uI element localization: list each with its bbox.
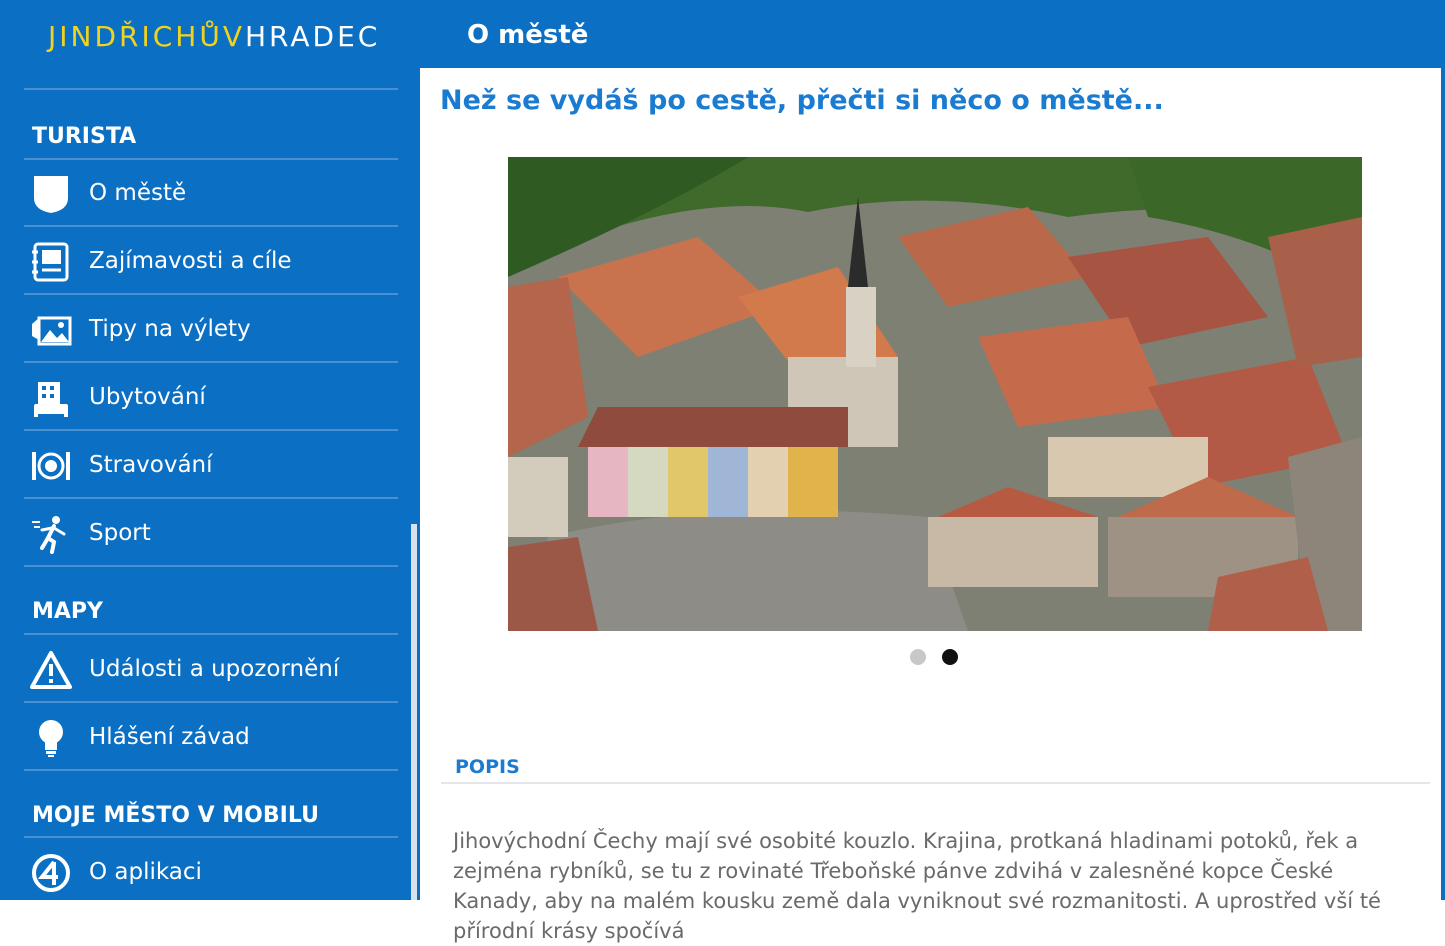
sidebar: TURISTA O městě Zajímavosti a cíle Tipy …	[0, 68, 420, 900]
sidebar-item-zajimavosti[interactable]: Zajímavosti a cíle	[24, 228, 398, 294]
section-title-popis: POPIS	[455, 756, 520, 778]
section-title-moje-mesto: MOJE MĚSTO V MOBILU	[32, 803, 319, 828]
sidebar-divider	[24, 769, 398, 771]
sidebar-item-label: Zajímavosti a cíle	[89, 248, 292, 274]
sidebar-divider	[24, 565, 398, 567]
sidebar-divider	[24, 429, 398, 431]
sidebar-item-label: Hlášení závad	[89, 724, 250, 750]
sidebar-divider	[24, 361, 398, 363]
warning-triangle-icon	[30, 651, 72, 689]
logo-part2: HRADEC	[245, 20, 381, 53]
sidebar-divider	[24, 88, 398, 90]
sidebar-item-label: Ubytování	[89, 384, 206, 410]
title-bar: O městě	[420, 0, 1445, 68]
sidebar-item-label: Události a upozornění	[89, 656, 340, 682]
sidebar-item-label: Tipy na výlety	[89, 316, 251, 342]
landscape-photo-icon	[32, 316, 72, 346]
carousel-indicator	[910, 649, 970, 665]
guidebook-icon	[32, 242, 69, 282]
carousel-image[interactable]	[508, 157, 1362, 631]
sidebar-item-partial[interactable]	[24, 68, 398, 94]
plate-cutlery-icon	[32, 452, 70, 480]
description-text: Jihovýchodní Čechy mají své osobité kouz…	[453, 829, 1381, 943]
sidebar-divider	[24, 293, 398, 295]
sidebar-item-o-meste[interactable]: O městě	[24, 160, 398, 226]
app-info-icon	[32, 854, 70, 892]
carousel-dot-1[interactable]	[910, 649, 926, 665]
sidebar-item-label: O aplikaci	[89, 859, 202, 885]
sidebar-item-hlaseni[interactable]: Hlášení závad	[24, 704, 398, 770]
sidebar-item-stravovani[interactable]: Stravování	[24, 432, 398, 498]
sidebar-divider	[24, 633, 398, 635]
logo-bar: JINDŘICHŮVHRADEC	[0, 0, 420, 68]
window-edge	[1441, 68, 1445, 900]
sidebar-item-sport[interactable]: Sport	[24, 500, 398, 566]
content-heading: Než se vydáš po cestě, přečti si něco o …	[440, 85, 1164, 116]
sidebar-item-udalosti[interactable]: Události a upozornění	[24, 636, 398, 702]
section-title-mapy: MAPY	[32, 599, 103, 624]
sidebar-item-o-aplikaci[interactable]: O aplikaci	[24, 839, 398, 900]
sidebar-divider	[24, 225, 398, 227]
hotel-icon	[34, 382, 68, 417]
page-title: O městě	[467, 20, 589, 50]
partial-icon	[30, 68, 72, 72]
sidebar-item-tipy[interactable]: Tipy na výlety	[24, 296, 398, 362]
sidebar-divider	[24, 701, 398, 703]
sidebar-divider	[24, 836, 398, 838]
lightbulb-icon	[39, 720, 63, 757]
runner-icon	[32, 516, 66, 554]
app-logo[interactable]: JINDŘICHŮVHRADEC	[48, 20, 380, 54]
section-title-turista: TURISTA	[32, 124, 137, 149]
sidebar-item-label: Sport	[89, 520, 151, 546]
sidebar-item-ubytovani[interactable]: Ubytování	[24, 364, 398, 430]
sidebar-item-label: Stravování	[89, 452, 213, 478]
logo-part1: JINDŘICHŮV	[48, 20, 245, 53]
section-divider	[441, 782, 1430, 784]
carousel-dot-2[interactable]	[942, 649, 958, 665]
town-aerial-photo	[508, 157, 1362, 631]
sidebar-scrollbar[interactable]	[411, 524, 417, 900]
shield-icon	[34, 176, 68, 213]
sidebar-divider	[24, 497, 398, 499]
sidebar-item-label: O městě	[89, 180, 187, 206]
